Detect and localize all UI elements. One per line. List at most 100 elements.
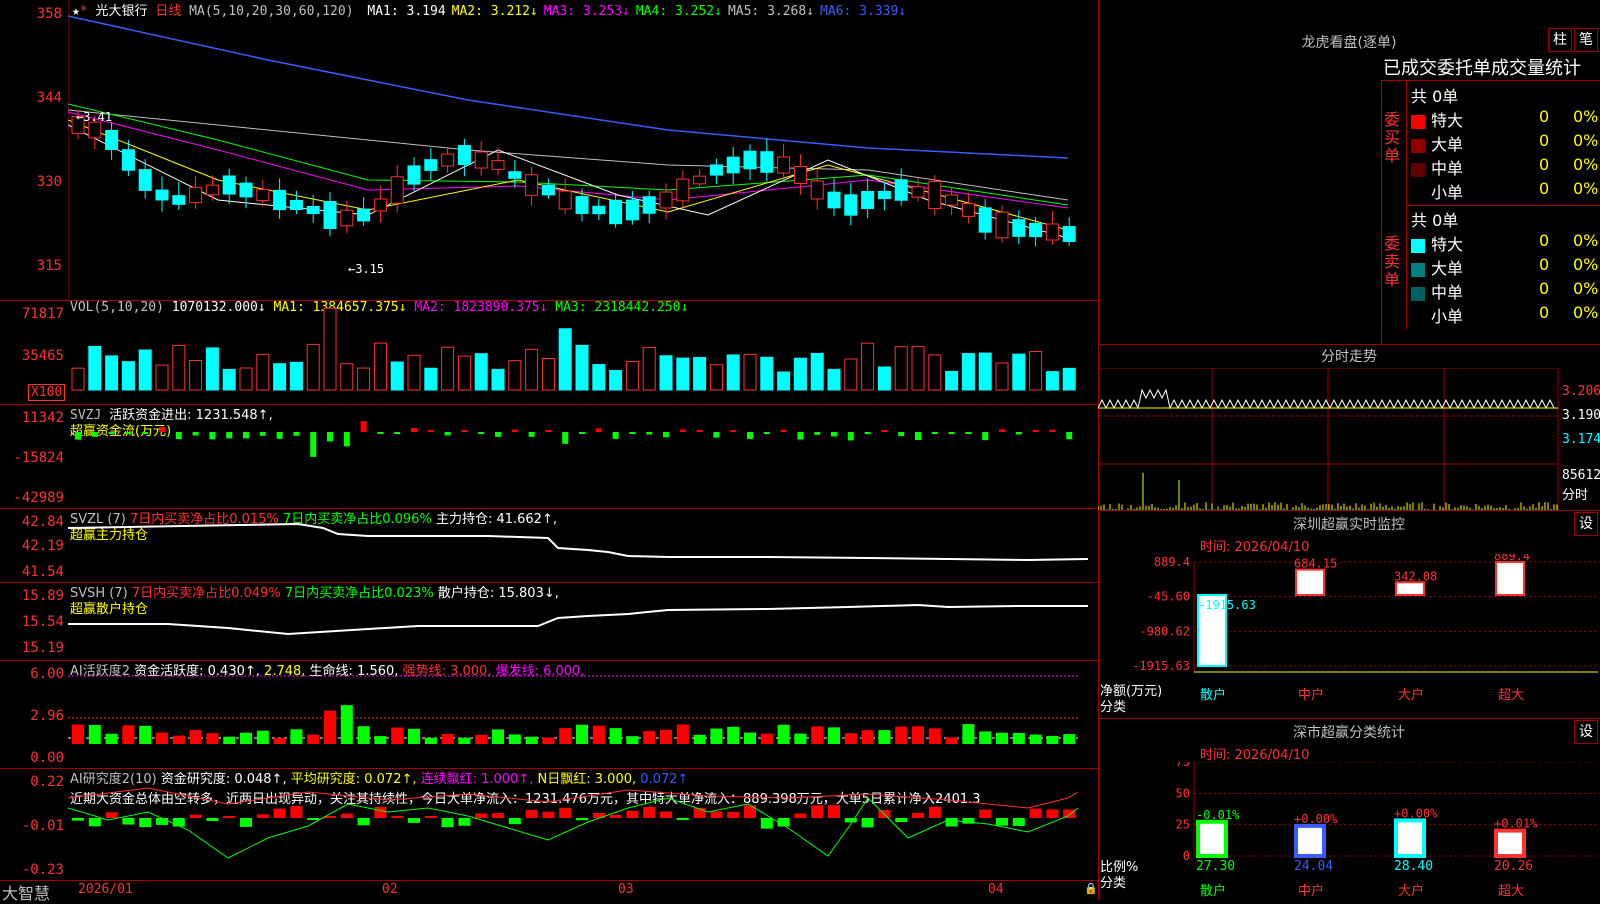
candle[interactable]: [659, 191, 673, 209]
candle[interactable]: [155, 189, 169, 201]
candle[interactable]: [894, 179, 908, 201]
candle[interactable]: [861, 190, 875, 210]
ai-active-panel[interactable]: AI活跃度2 资金活跃度: 0.430↑, 2.748, 生命线: 1.560,…: [0, 660, 1098, 769]
volume-bar: [390, 361, 404, 391]
svzl-chart[interactable]: [68, 508, 1098, 582]
ai-active-bar: [744, 732, 756, 744]
candle[interactable]: [877, 190, 891, 200]
candle[interactable]: [995, 211, 1009, 239]
candle[interactable]: [256, 188, 270, 202]
sz-class-y-tick: 50: [1176, 786, 1190, 800]
candle[interactable]: [928, 180, 942, 210]
candle[interactable]: [978, 207, 992, 233]
candle[interactable]: [340, 209, 354, 227]
candle[interactable]: [407, 165, 421, 185]
volume-chart[interactable]: [68, 300, 1098, 404]
candle[interactable]: [441, 153, 455, 167]
candle[interactable]: [760, 151, 774, 173]
candle[interactable]: [945, 194, 959, 206]
candle[interactable]: [743, 150, 757, 170]
candle[interactable]: [1012, 219, 1026, 237]
ai-research-bar: [794, 813, 807, 818]
candle[interactable]: [693, 175, 707, 185]
candle[interactable]: [172, 195, 186, 205]
svzj-panel[interactable]: SVZJ 活跃资金进出: 1231.548↑, 超赢资金流(万元) 11342 …: [0, 404, 1098, 509]
candle[interactable]: [592, 205, 606, 215]
candle[interactable]: [777, 156, 791, 174]
candle[interactable]: [390, 176, 404, 204]
candle[interactable]: [205, 184, 219, 196]
candle[interactable]: [289, 200, 303, 210]
candle[interactable]: [709, 164, 723, 176]
ai-active-chart[interactable]: [68, 660, 1098, 768]
candle[interactable]: [121, 149, 135, 171]
volume-bar: [793, 357, 807, 391]
candle[interactable]: [793, 166, 807, 184]
candle[interactable]: [558, 190, 572, 210]
candlestick-chart[interactable]: [68, 0, 1098, 300]
ai-active-bar: [290, 729, 303, 744]
sell-row-name: 大单: [1431, 259, 1464, 278]
bar-toggle-button[interactable]: 柱: [1548, 28, 1572, 52]
ai-research-axis-tick: 0.22: [30, 774, 64, 790]
candle[interactable]: [676, 178, 690, 202]
volume-panel[interactable]: VOL(5,10,20) 1070132.000↓ MA1: 1384657.3…: [0, 300, 1098, 405]
sz-monitor-chart[interactable]: 889.4 -45.60 -980.62 -1915.63 -1915.63 684.15…: [1098, 554, 1600, 694]
candle[interactable]: [810, 180, 824, 200]
candle[interactable]: [105, 130, 119, 150]
sz-class-chart[interactable]: 75 50 25 0 -0.01% 27.30 +0.00% 24.04 +0.00% 28.40…: [1098, 762, 1600, 884]
candle[interactable]: [1045, 223, 1059, 241]
svzj-bar: [1066, 432, 1073, 440]
svsh-chart[interactable]: [68, 582, 1098, 660]
ai-research-bar: [240, 818, 252, 827]
svzl-panel[interactable]: SVZL (7) 7日内买卖净占比0.015% 7日内买卖净占比0.096% 主…: [0, 508, 1098, 583]
color-swatch: [1411, 138, 1425, 153]
sz-monitor-settings-button[interactable]: 设: [1574, 512, 1598, 536]
candle[interactable]: [424, 159, 438, 171]
svsh-panel[interactable]: SVSH (7) 7日内买卖净占比0.049% 7日内买卖净占比0.023% 散…: [0, 582, 1098, 661]
candle[interactable]: [491, 160, 505, 170]
candle[interactable]: [323, 200, 337, 230]
candle[interactable]: [222, 175, 236, 195]
color-swatch: [1411, 162, 1425, 177]
svzj-bar: [1049, 429, 1056, 432]
candle[interactable]: [575, 196, 589, 214]
candle[interactable]: [474, 151, 488, 169]
candle[interactable]: [273, 189, 287, 211]
sz-class-settings-button[interactable]: 设: [1574, 720, 1598, 744]
candle[interactable]: [609, 199, 623, 225]
candle[interactable]: [373, 198, 387, 212]
candle[interactable]: [239, 182, 253, 198]
pen-toggle-button[interactable]: 笔: [1574, 28, 1598, 52]
candle[interactable]: [306, 205, 320, 215]
ai-active-bar: [223, 736, 236, 744]
candle[interactable]: [625, 199, 639, 221]
candle[interactable]: [189, 186, 203, 204]
intraday-panel[interactable]: 分时走势 3.206 3.190 3.174 85612 分时: [1098, 344, 1600, 511]
buy-row: 大单 0 0%: [1411, 131, 1600, 155]
price-panel[interactable]: ★* 光大银行 日线 MA(5,10,20,30,60,120) MA1: 3.…: [0, 0, 1098, 301]
candle[interactable]: [1062, 226, 1076, 242]
candle[interactable]: [357, 208, 371, 222]
svzj-chart[interactable]: [68, 404, 1098, 508]
candle[interactable]: [961, 203, 975, 217]
candle[interactable]: [642, 196, 656, 214]
candle[interactable]: [138, 169, 152, 191]
ai-research-chart[interactable]: [68, 768, 1098, 880]
candle[interactable]: [88, 121, 102, 139]
candle[interactable]: [911, 186, 925, 198]
candle[interactable]: [726, 156, 740, 174]
candle[interactable]: [827, 191, 841, 209]
ai-research-panel[interactable]: AI研究度2(10) 资金研究度: 0.048↑, 平均研究度: 0.072↑,…: [0, 768, 1098, 881]
candle[interactable]: [457, 145, 471, 165]
intraday-chart[interactable]: [1098, 368, 1600, 510]
candle[interactable]: [525, 174, 539, 196]
svzj-bar: [175, 432, 182, 440]
main-chart-area[interactable]: ★* 光大银行 日线 MA(5,10,20,30,60,120) MA1: 3.…: [0, 0, 1099, 903]
lock-icon[interactable]: 🔒: [1084, 882, 1098, 895]
candle[interactable]: [1029, 222, 1043, 238]
ai-research-bar: [811, 805, 824, 818]
candle[interactable]: [541, 184, 555, 196]
candle[interactable]: [508, 171, 522, 179]
candle[interactable]: [844, 194, 858, 216]
